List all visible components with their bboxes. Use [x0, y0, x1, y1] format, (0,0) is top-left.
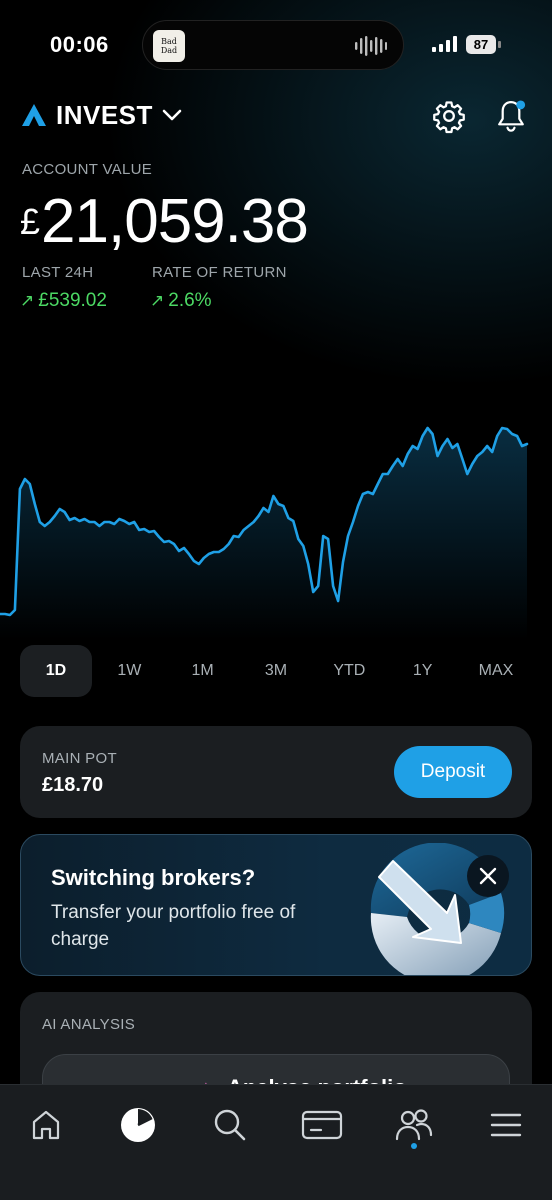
range-1m[interactable]: 1M: [167, 645, 239, 697]
header: INVEST: [22, 96, 530, 136]
search-icon: [214, 1109, 246, 1141]
last-24h-label: LAST 24H: [22, 264, 94, 281]
range-ytd[interactable]: YTD: [313, 645, 385, 697]
tab-home[interactable]: [24, 1103, 68, 1147]
account-value: £21,059.38: [20, 187, 309, 256]
currency-symbol: £: [20, 201, 40, 242]
tab-community[interactable]: [392, 1103, 436, 1147]
card-icon: [301, 1110, 343, 1140]
account-switcher-title[interactable]: INVEST: [56, 100, 153, 131]
bell-icon[interactable]: [494, 98, 528, 134]
signal-icon: [432, 36, 457, 52]
rate-of-return-amount: 2.6%: [168, 290, 212, 311]
chevron-down-icon[interactable]: [162, 108, 182, 122]
battery-indicator: 87: [466, 35, 496, 54]
status-time: 00:06: [50, 32, 109, 57]
status-bar: 00:06 Bad Dad 87: [0, 0, 552, 90]
tab-portfolio[interactable]: [116, 1103, 160, 1147]
promo-title: Switching brokers?: [51, 865, 256, 890]
bottom-tab-bar: [0, 1084, 552, 1200]
menu-icon: [490, 1113, 522, 1137]
tab-notification-dot: [411, 1143, 417, 1149]
main-pot-card[interactable]: MAIN POT £18.70 Deposit: [20, 726, 532, 818]
range-3m[interactable]: 3M: [240, 645, 312, 697]
gear-icon[interactable]: [432, 98, 466, 134]
dynamic-island[interactable]: Bad Dad: [142, 20, 404, 70]
tab-search[interactable]: [208, 1103, 252, 1147]
time-range-selector: 1D 1W 1M 3M YTD 1Y MAX: [20, 645, 532, 697]
rate-of-return-label: RATE OF RETURN: [152, 264, 287, 281]
range-max[interactable]: MAX: [460, 645, 532, 697]
tab-cards[interactable]: [300, 1103, 344, 1147]
last-24h-value: ↗ £539.02: [20, 290, 107, 312]
chart-area-fill: [0, 428, 527, 640]
rate-of-return-value: ↗ 2.6%: [150, 290, 212, 312]
range-1d[interactable]: 1D: [20, 645, 92, 697]
account-value-label: ACCOUNT VALUE: [22, 161, 153, 178]
audio-waveform-icon: [355, 36, 387, 56]
promo-close-button[interactable]: [467, 855, 509, 897]
account-value-amount: 21,059.38: [41, 187, 309, 256]
ai-analysis-label: AI ANALYSIS: [42, 1016, 136, 1033]
portfolio-pie-icon: [121, 1108, 155, 1142]
performance-chart[interactable]: [0, 390, 552, 640]
range-1w[interactable]: 1W: [93, 645, 165, 697]
battery-tip: [498, 41, 501, 48]
close-icon: [479, 867, 497, 885]
community-icon: [395, 1109, 433, 1141]
promo-subtitle: Transfer your portfolio free of charge: [51, 902, 296, 950]
switching-brokers-banner[interactable]: Switching brokers? Transfer your portfol…: [20, 834, 532, 976]
deposit-button[interactable]: Deposit: [394, 746, 512, 798]
tab-menu[interactable]: [484, 1103, 528, 1147]
last-24h-amount: £539.02: [38, 290, 107, 311]
range-1y[interactable]: 1Y: [387, 645, 459, 697]
now-playing-artwork: Bad Dad: [153, 30, 185, 62]
main-pot-value: £18.70: [42, 774, 104, 796]
home-icon: [32, 1110, 60, 1140]
arrow-logo-icon: [22, 104, 46, 126]
trend-up-icon: ↗: [150, 291, 165, 310]
trend-up-icon: ↗: [20, 291, 35, 310]
main-pot-label: MAIN POT: [42, 750, 117, 767]
